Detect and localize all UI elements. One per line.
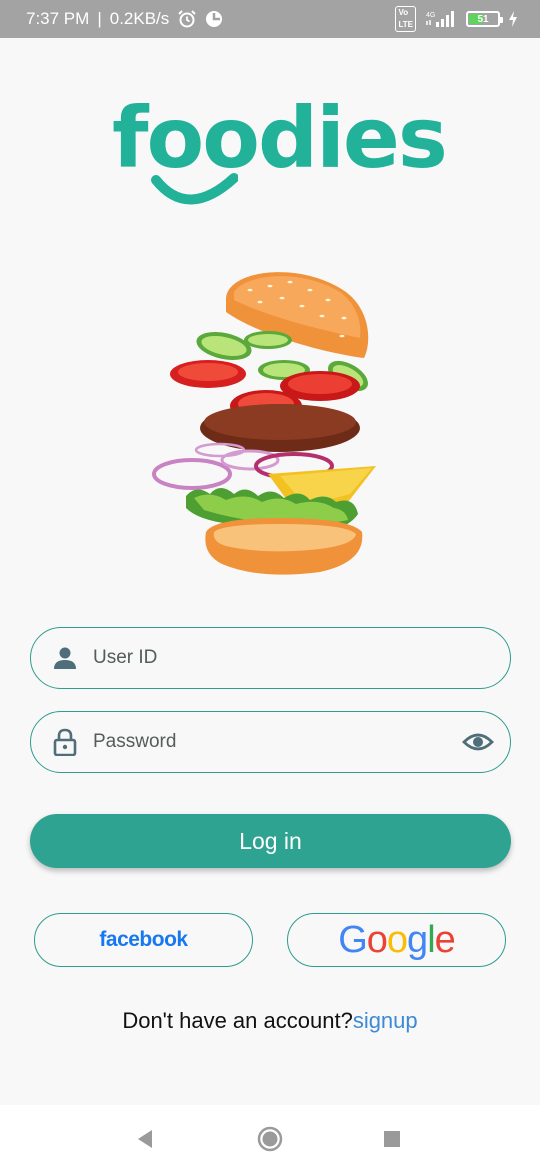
- battery-level: 51: [477, 13, 489, 25]
- logo-smile-icon: [151, 173, 238, 205]
- show-password-eye-icon[interactable]: [462, 728, 494, 756]
- google-logo: Google: [338, 919, 456, 961]
- volte-icon: Vo LTE: [395, 6, 416, 32]
- password-field[interactable]: [30, 711, 511, 773]
- lock-icon: [53, 728, 77, 756]
- status-time: 7:37 PM: [26, 9, 90, 28]
- signal-icon: 4G: [424, 10, 458, 28]
- foodies-logo: foodies: [112, 88, 448, 218]
- google-letter: o: [366, 919, 388, 961]
- password-input[interactable]: [93, 722, 463, 762]
- google-letter: g: [407, 919, 428, 961]
- navigation-bar: [0, 1105, 540, 1170]
- status-right: Vo LTE 4G 51: [395, 6, 518, 32]
- facebook-logo: facebook: [99, 928, 188, 951]
- status-speed: 0.2KB/s: [109, 9, 170, 28]
- google-letter: G: [338, 919, 368, 961]
- google-letter: o: [386, 919, 408, 961]
- signup-prompt: Don't have an account?: [122, 1008, 353, 1033]
- battery-icon: 51: [466, 11, 503, 27]
- charging-icon: [508, 11, 518, 27]
- back-icon[interactable]: [132, 1125, 160, 1153]
- burger-illustration: [152, 272, 376, 575]
- google-letter: e: [434, 919, 456, 961]
- data-saver-icon: [205, 10, 223, 28]
- user-icon: [54, 647, 76, 669]
- facebook-login-button[interactable]: facebook: [34, 913, 253, 967]
- alarm-icon: [177, 9, 197, 29]
- home-icon[interactable]: [256, 1125, 284, 1153]
- google-letter: l: [427, 919, 436, 961]
- signup-row: Don't have an account?signup: [0, 1008, 540, 1034]
- google-login-button[interactable]: Google: [287, 913, 506, 967]
- login-button[interactable]: Log in: [30, 814, 511, 868]
- user-id-input[interactable]: [93, 638, 463, 678]
- status-left: 7:37 PM | 0.2KB/s: [26, 9, 223, 29]
- signup-link[interactable]: signup: [353, 1008, 418, 1033]
- user-id-field[interactable]: [30, 627, 511, 689]
- status-separator: |: [97, 9, 102, 28]
- network-type: 4G: [426, 12, 435, 19]
- status-bar: 7:37 PM | 0.2KB/s Vo LTE 4G 51: [0, 0, 540, 38]
- recents-icon[interactable]: [378, 1125, 406, 1153]
